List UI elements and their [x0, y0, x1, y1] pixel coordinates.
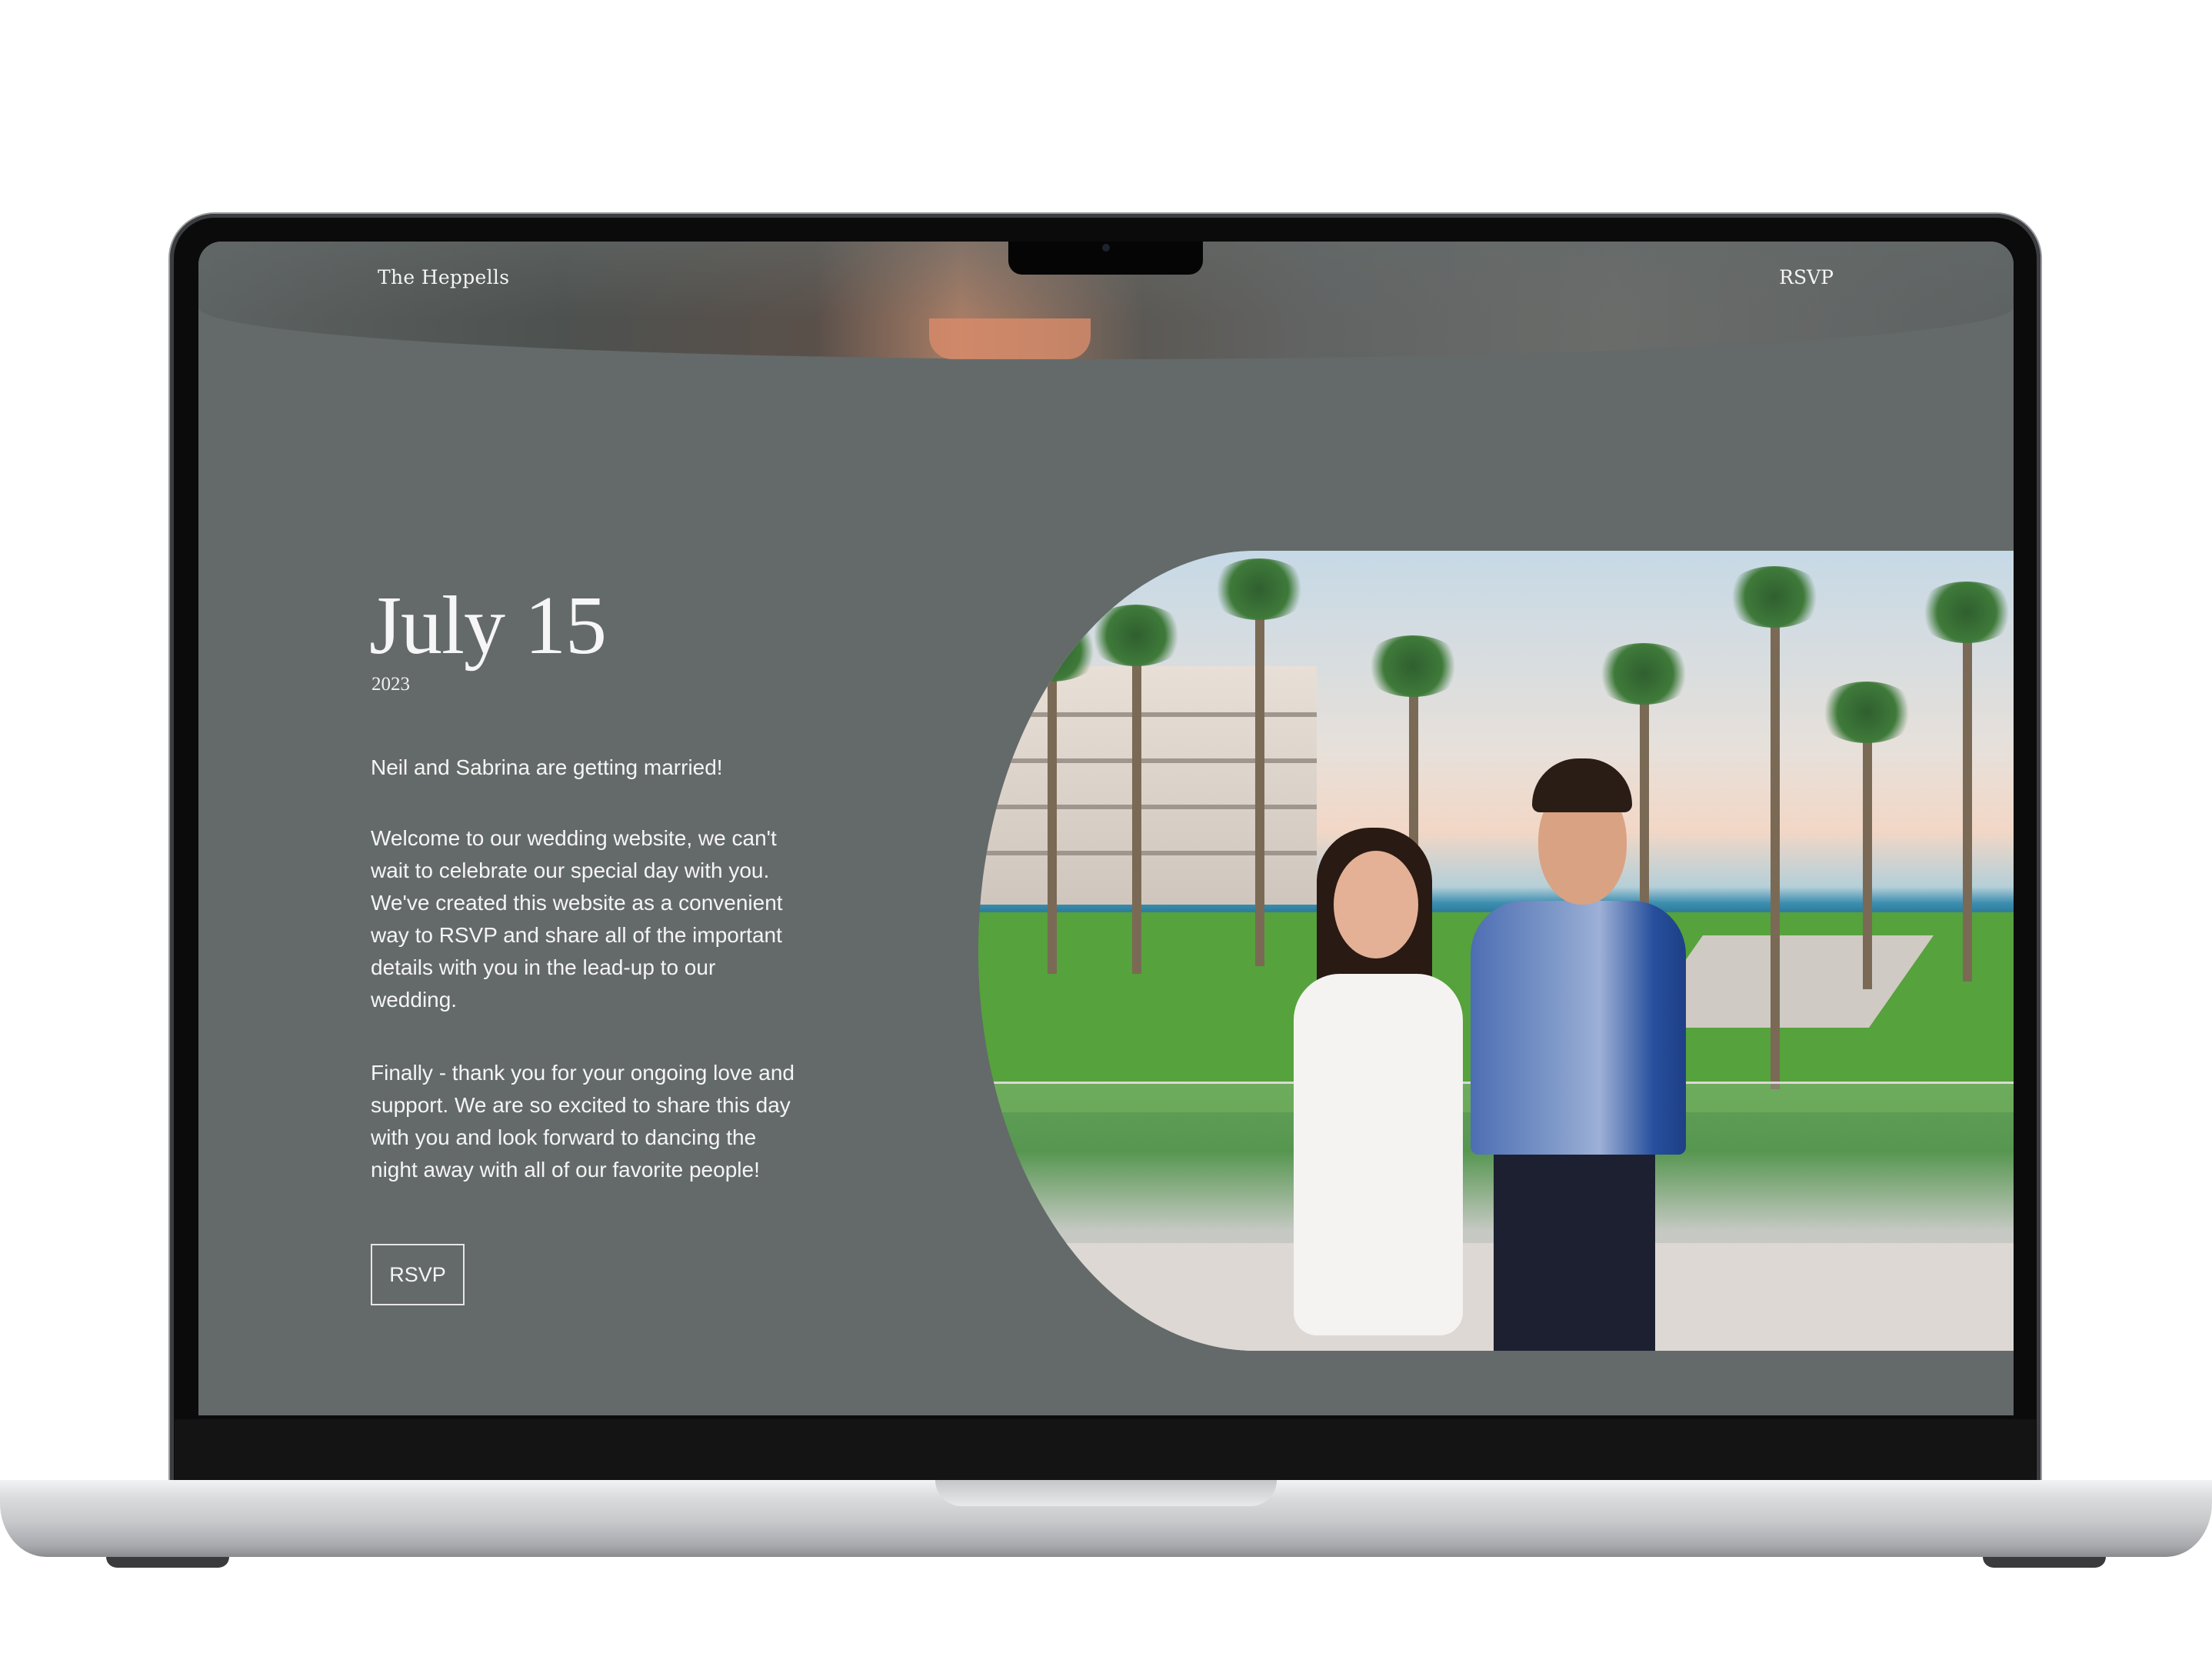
- laptop-foot-right: [1983, 1557, 2106, 1568]
- bride-figure: [1286, 828, 1471, 1351]
- laptop-opening-notch: [935, 1480, 1277, 1506]
- couple-photo: [978, 551, 2014, 1351]
- photo-building: [978, 666, 1317, 905]
- wedding-year: 2023: [371, 674, 410, 695]
- nav-rsvp-link[interactable]: RSVP: [1779, 266, 1834, 288]
- website-screen: The Heppells RSVP July 15 2023 Neil and …: [198, 242, 2014, 1415]
- rsvp-button[interactable]: RSVP: [371, 1244, 465, 1305]
- wedding-date: July 15: [369, 580, 607, 672]
- welcome-text: Welcome to our wedding website, we can't…: [371, 826, 783, 1012]
- intro-text: Neil and Sabrina are getting married!: [371, 755, 723, 779]
- site-brand-link[interactable]: The Heppells: [378, 266, 509, 288]
- laptop-foot-left: [106, 1557, 229, 1568]
- camera-icon: [1102, 244, 1110, 252]
- groom-figure: [1471, 758, 1686, 1351]
- laptop-bottom-bezel: [175, 1419, 2036, 1481]
- closing-text: Finally - thank you for your ongoing lov…: [371, 1061, 795, 1182]
